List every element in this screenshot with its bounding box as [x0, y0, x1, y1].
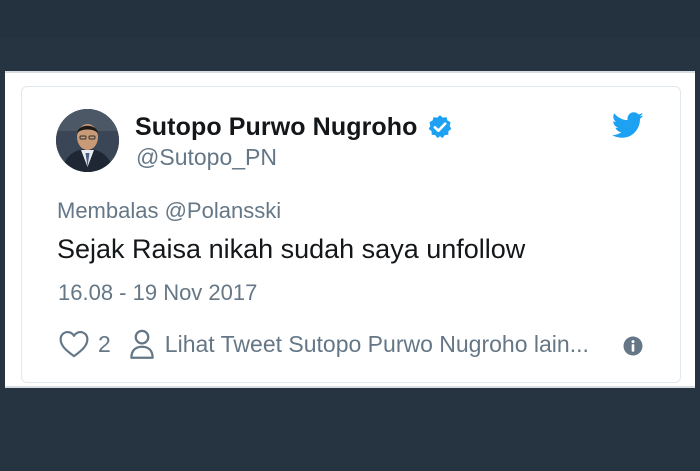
author-name[interactable]: Sutopo Purwo Nugroho: [135, 113, 418, 142]
twitter-bird-icon[interactable]: [611, 112, 644, 144]
tweet-timestamp[interactable]: 16.08 - 19 Nov 2017: [58, 280, 257, 306]
top-dark-band: [0, 0, 700, 38]
verified-badge-icon: [427, 114, 453, 140]
reply-to-label[interactable]: Membalas @Polansski: [57, 198, 281, 224]
tweet-text: Sejak Raisa nikah sudah saya unfollow: [57, 234, 526, 264]
person-icon[interactable]: [129, 329, 155, 359]
more-tweets-link[interactable]: Lihat Tweet Sutopo Purwo Nugroho lain...: [165, 331, 589, 358]
like-count: 2: [98, 330, 111, 357]
heart-icon[interactable]: [58, 330, 90, 358]
tweet-actions: 2 Lihat Tweet Sutopo Purwo Nugroho lain.…: [58, 327, 589, 361]
info-icon[interactable]: [623, 336, 643, 356]
author-handle[interactable]: @Sutopo_PN: [136, 144, 277, 171]
avatar[interactable]: [56, 109, 119, 172]
author-name-row: Sutopo Purwo Nugroho: [135, 110, 453, 144]
